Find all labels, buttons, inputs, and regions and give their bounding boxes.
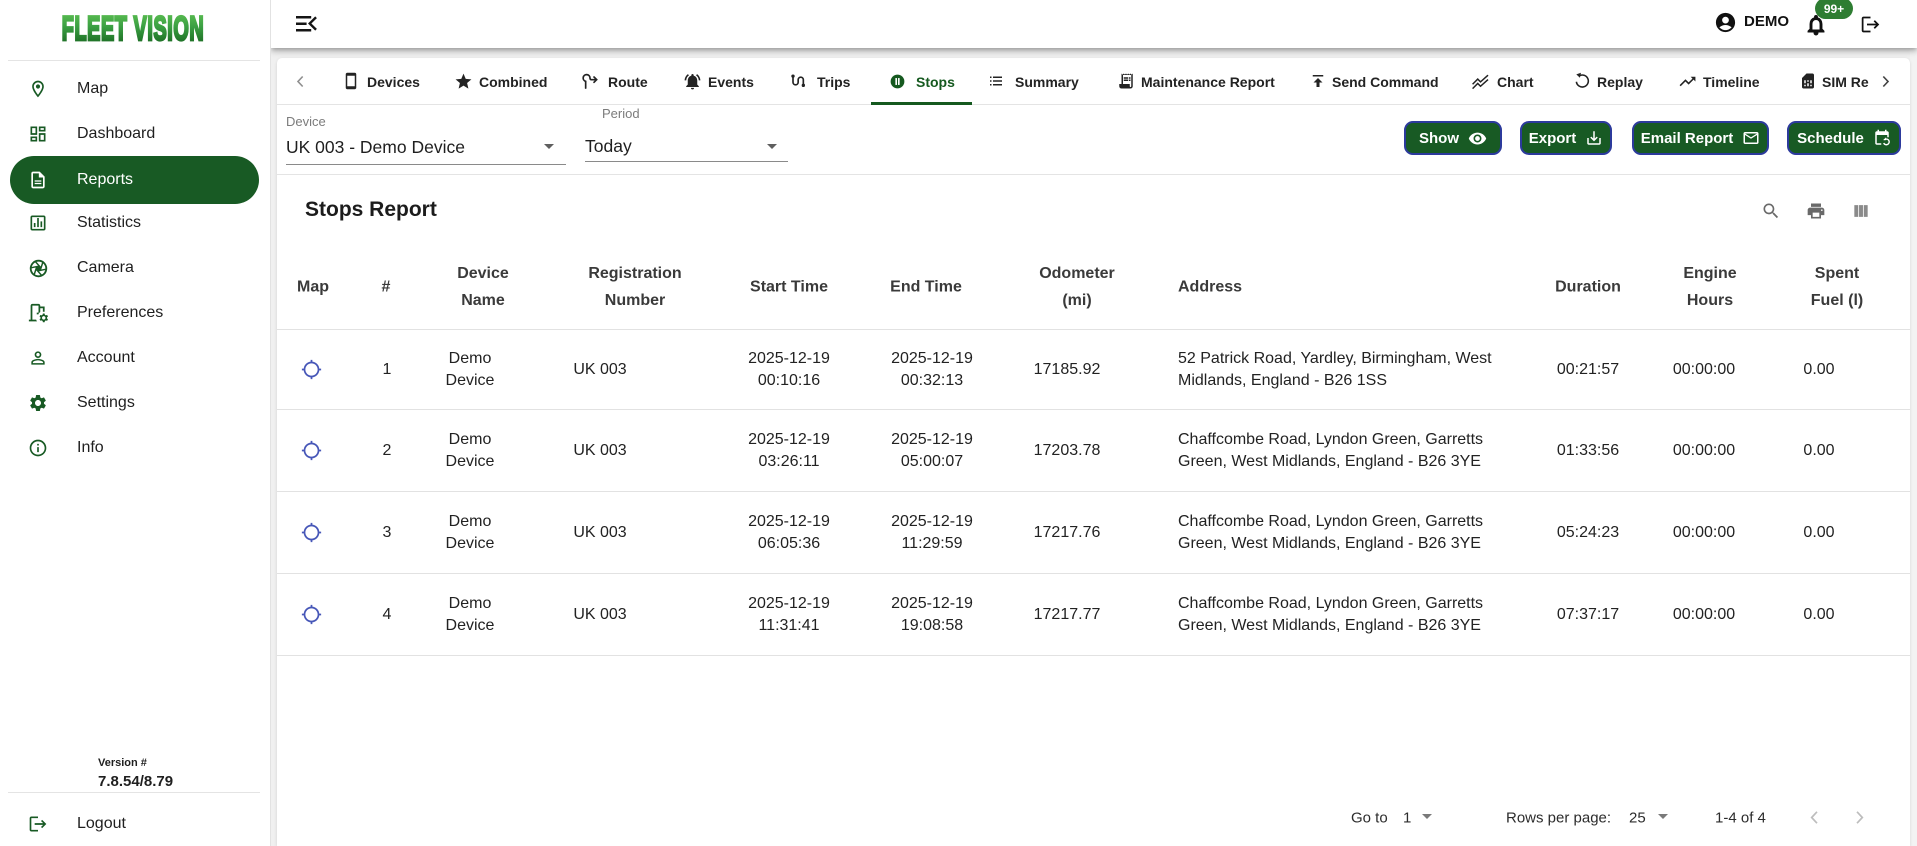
- svg-text:FLEET VISION: FLEET VISION: [62, 9, 204, 47]
